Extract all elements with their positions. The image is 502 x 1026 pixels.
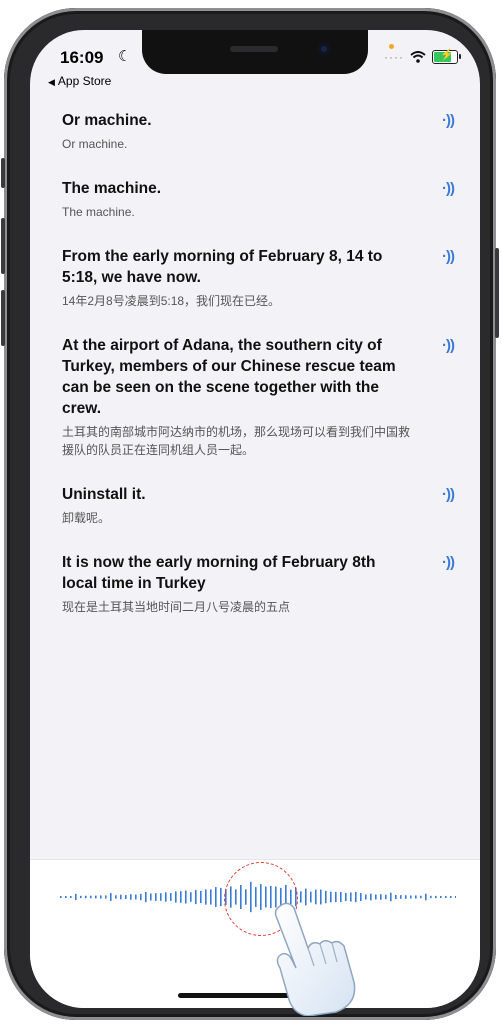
transcript-entry: The machine. The machine. ·)) [30, 178, 480, 221]
transcript-list: Or machine. Or machine. ·)) The machine.… [30, 100, 480, 616]
speaker-wave-icon[interactable]: ·)) [442, 486, 455, 503]
transcript-chinese: Or machine. [62, 137, 128, 151]
mute-switch [1, 158, 5, 188]
back-arrow-icon: ◀ [48, 77, 55, 87]
transcript-english: From the early morning of February 8, 14… [62, 248, 383, 286]
transcript-chinese: The machine. [62, 205, 135, 219]
transcript-english: It is now the early morning of February … [62, 554, 376, 592]
signal-icon: ···· [384, 50, 404, 64]
transcript-english: Uninstall it. [62, 486, 146, 503]
transcript-entry: From the early morning of February 8, 14… [30, 246, 480, 310]
status-time: 16:09 [60, 48, 104, 67]
speaker-wave-icon[interactable]: ·)) [442, 337, 455, 354]
front-camera [318, 43, 330, 55]
moon-icon: ☾ [118, 48, 132, 65]
transcript-chinese: 土耳其的南部城市阿达纳市的机场，那么现场可以看到我们中国救援队的队员正在连同机组… [62, 425, 411, 457]
phone-frame: 16:09 ☾ ◀ App Store ···· ⚡ Or machine. Or… [1, 8, 499, 1020]
speaker-wave-icon[interactable]: ·)) [442, 180, 455, 197]
transcript-entry: Or machine. Or machine. ·)) [30, 110, 480, 153]
transcript-english: Or machine. [62, 112, 152, 129]
transcript-chinese: 14年2月8号凌晨到5:18，我们现在已经。 [62, 294, 281, 308]
transcript-entry: Uninstall it. 卸载呢。 ·)) [30, 484, 480, 527]
transcript-entry: At the airport of Adana, the southern ci… [30, 335, 480, 459]
earpiece-speaker [230, 46, 278, 52]
volume-down-button [1, 290, 5, 346]
speaker-wave-icon[interactable]: ·)) [442, 554, 455, 571]
speaker-wave-icon[interactable]: ·)) [442, 112, 455, 129]
transcript-chinese: 卸载呢。 [62, 511, 111, 525]
transcript-english: At the airport of Adana, the southern ci… [62, 337, 396, 417]
volume-up-button [1, 218, 5, 274]
speaker-wave-icon[interactable]: ·)) [442, 248, 455, 265]
battery-charging-icon: ⚡ [432, 49, 461, 64]
back-label: App Store [57, 74, 112, 88]
transcript-chinese: 现在是土耳其当地时间二月八号凌晨的五点 [62, 600, 291, 614]
app-screen: 16:09 ☾ ◀ App Store ···· ⚡ Or machine. Or… [30, 30, 480, 1008]
notch [142, 30, 368, 74]
status-icons: ···· ⚡ [384, 49, 461, 64]
transcript-english: The machine. [62, 180, 162, 197]
voice-input-bar [30, 859, 480, 1008]
transcript-entry: It is now the early morning of February … [30, 552, 480, 616]
privacy-indicator [389, 44, 394, 49]
pointing-hand-icon [274, 902, 356, 1016]
back-to-app-store[interactable]: ◀ App Store [48, 74, 111, 88]
wifi-icon [410, 51, 426, 63]
power-button [495, 248, 499, 338]
